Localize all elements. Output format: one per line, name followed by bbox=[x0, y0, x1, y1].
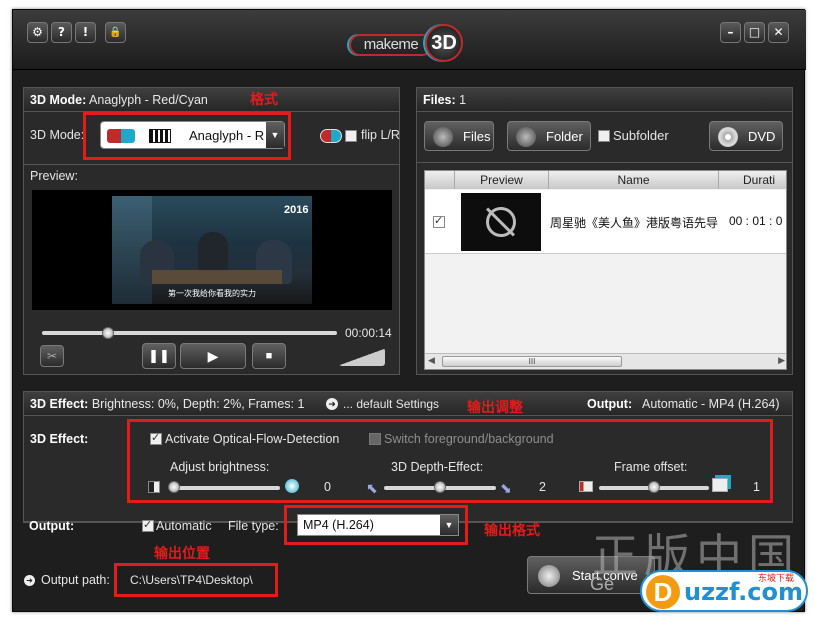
default-settings-link[interactable]: ... default Settings bbox=[343, 397, 439, 411]
dvd-disc-icon bbox=[718, 127, 738, 147]
table-row[interactable]: 周星驰《美人鱼》港版粤语先导 00 : 01 : 0 bbox=[425, 190, 786, 254]
annotation-box-output-adjust bbox=[127, 419, 773, 503]
site-logo-tag: 东坡下载 bbox=[758, 574, 795, 584]
flip-label: flip L/R bbox=[361, 128, 400, 142]
arrow-right-circle-icon: ➜ bbox=[24, 575, 35, 586]
annotation-box-output-format bbox=[284, 505, 468, 545]
seek-handle[interactable] bbox=[102, 327, 114, 339]
output-summary-value: Automatic - MP4 (H.264) bbox=[642, 397, 780, 411]
app-logo: makeme 3D bbox=[349, 24, 469, 64]
scissors-icon[interactable]: ✂ bbox=[40, 345, 64, 367]
table bbox=[152, 270, 282, 284]
row-file-name: 周星驰《美人鱼》港版粤语先导 bbox=[550, 216, 719, 230]
file-list: Preview Name Durati 周星驰《美人鱼》港版粤语先导 00 : … bbox=[424, 170, 787, 370]
help-icon[interactable]: ? bbox=[51, 22, 72, 43]
annotation-box-format bbox=[83, 112, 291, 160]
volume-slider[interactable] bbox=[339, 348, 385, 366]
preview-frame: 2016 第一次我给你看我的实力 bbox=[112, 196, 312, 304]
site-logo-badge-icon: D bbox=[646, 575, 680, 609]
row-duration: 00 : 01 : 0 bbox=[729, 214, 783, 228]
effect-header-label: 3D Effect: bbox=[30, 397, 89, 411]
convert-icon bbox=[538, 565, 560, 587]
automatic-label: Automatic bbox=[156, 519, 212, 533]
flip-checkbox[interactable] bbox=[345, 130, 357, 142]
close-button[interactable]: ✕ bbox=[768, 22, 789, 43]
play-button[interactable]: ▶ bbox=[180, 343, 246, 369]
list-header-duration[interactable]: Durati bbox=[719, 171, 786, 189]
maximize-button[interactable]: □ bbox=[744, 22, 765, 43]
dvd-button-label: DVD bbox=[748, 129, 776, 144]
logo-text: makeme bbox=[349, 34, 433, 56]
annotation-box-output-location bbox=[114, 563, 278, 597]
mode-label: 3D Mode: bbox=[30, 128, 85, 142]
subfolder-label: Subfolder bbox=[613, 128, 669, 143]
horizontal-scrollbar[interactable]: ◀ III ▶ bbox=[425, 353, 786, 369]
seek-track[interactable] bbox=[42, 331, 337, 335]
preview-subtitle: 第一次我给你看我的实力 bbox=[168, 289, 256, 298]
effect-header-value: Brightness: 0%, Depth: 2%, Frames: 1 bbox=[91, 397, 305, 411]
divider bbox=[417, 162, 792, 163]
mode-header-label: 3D Mode: bbox=[30, 93, 87, 107]
files-header-label: Files: bbox=[423, 93, 456, 107]
logo-3d-badge: 3D bbox=[425, 24, 463, 62]
playback-time: 00:00:14 bbox=[345, 326, 392, 340]
filetype-label: File type: bbox=[228, 519, 279, 533]
lock-icon[interactable]: 🔒 bbox=[105, 22, 126, 43]
effect-label: 3D Effect: bbox=[30, 432, 89, 446]
files-header-count: 1 bbox=[459, 93, 467, 107]
poster-text: 2016 bbox=[284, 204, 309, 216]
list-header-checkbox-col bbox=[425, 171, 455, 189]
dvd-button[interactable]: DVD bbox=[709, 121, 783, 151]
annotation-output-format: 输出格式 bbox=[484, 523, 540, 539]
add-files-button[interactable]: Files bbox=[424, 121, 494, 151]
output-summary-label: Output: bbox=[587, 397, 633, 411]
annotation-output-location: 输出位置 bbox=[154, 546, 210, 562]
divider bbox=[24, 164, 399, 165]
row-thumbnail bbox=[461, 193, 541, 251]
scroll-right-icon[interactable]: ▶ bbox=[778, 355, 785, 366]
info-icon[interactable]: ! bbox=[75, 22, 96, 43]
files-button-label: Files bbox=[463, 129, 491, 144]
mode-panel-header: 3D Mode: Anaglyph - Red/Cyan bbox=[24, 88, 399, 112]
watermark-sub: Ge bbox=[590, 574, 615, 594]
annotation-output-adjust: 输出调整 bbox=[467, 400, 523, 416]
output-row-label: Output: bbox=[29, 519, 75, 533]
preview-label: Preview: bbox=[30, 169, 78, 183]
pause-button[interactable]: ❚❚ bbox=[142, 343, 176, 369]
folder-button-label: Folder bbox=[546, 129, 583, 144]
scroll-left-icon[interactable]: ◀ bbox=[428, 355, 435, 366]
site-logo: D uzzf.com 东坡下载 bbox=[640, 570, 808, 612]
automatic-checkbox[interactable] bbox=[142, 518, 154, 532]
title-bar: ⚙ ? ! 🔒 makeme 3D – □ ✕ bbox=[13, 10, 806, 70]
list-header-name[interactable]: Name bbox=[549, 171, 719, 189]
flip-toggle-icon bbox=[320, 129, 342, 143]
annotation-format: 格式 bbox=[250, 92, 278, 108]
minimize-button[interactable]: – bbox=[720, 22, 741, 43]
scroll-thumb[interactable]: III bbox=[442, 356, 622, 367]
files-panel: Files: 1 Files Folder Subfolder DVD Prev… bbox=[416, 87, 793, 375]
folder-icon bbox=[516, 127, 536, 147]
files-icon bbox=[433, 127, 453, 147]
subfolder-checkbox[interactable] bbox=[598, 130, 610, 142]
row-checkbox[interactable] bbox=[433, 214, 445, 228]
stop-button[interactable]: ■ bbox=[252, 343, 286, 369]
preview-area: 2016 第一次我给你看我的实力 bbox=[32, 190, 392, 310]
mode-header-value: Anaglyph - Red/Cyan bbox=[89, 93, 208, 107]
settings-gear-icon[interactable]: ⚙ bbox=[27, 22, 48, 43]
files-panel-header: Files: 1 bbox=[417, 88, 792, 112]
add-folder-button[interactable]: Folder bbox=[507, 121, 591, 151]
output-path-label: Output path: bbox=[41, 573, 110, 587]
arrow-right-circle-icon[interactable]: ➜ bbox=[326, 398, 338, 410]
list-header-preview[interactable]: Preview bbox=[455, 171, 549, 189]
